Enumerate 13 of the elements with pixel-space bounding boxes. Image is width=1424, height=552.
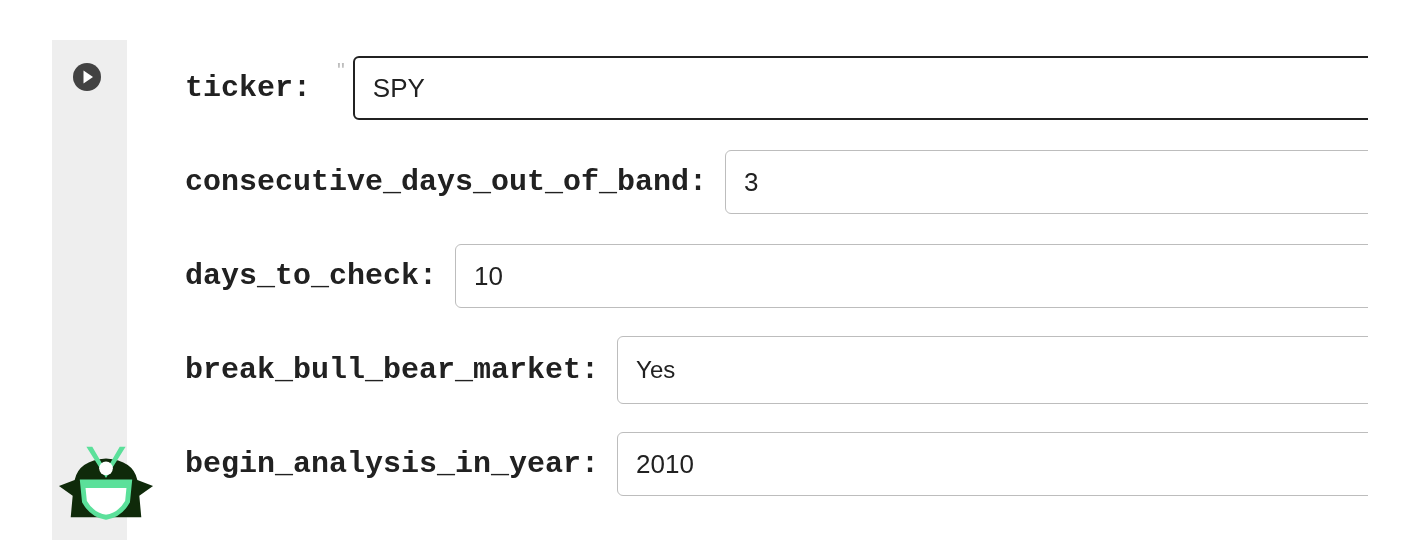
input-field[interactable]: 3	[725, 150, 1368, 214]
dropdown[interactable]: Yes	[617, 336, 1368, 404]
field-label: break_bull_bear_market:	[185, 353, 600, 387]
quote-mark: "	[337, 58, 345, 84]
helmet-logo-icon	[57, 444, 155, 520]
run-button[interactable]	[73, 63, 101, 91]
field-label: consecutive_days_out_of_band:	[185, 165, 708, 199]
field-label: days_to_check:	[185, 259, 438, 293]
input-field[interactable]: SPY	[352, 56, 1368, 120]
field-label: begin_analysis_in_year:	[185, 447, 600, 481]
field-label: ticker:	[185, 71, 312, 105]
input-field[interactable]: 2010	[617, 432, 1368, 496]
input-field[interactable]: 10	[455, 244, 1368, 308]
